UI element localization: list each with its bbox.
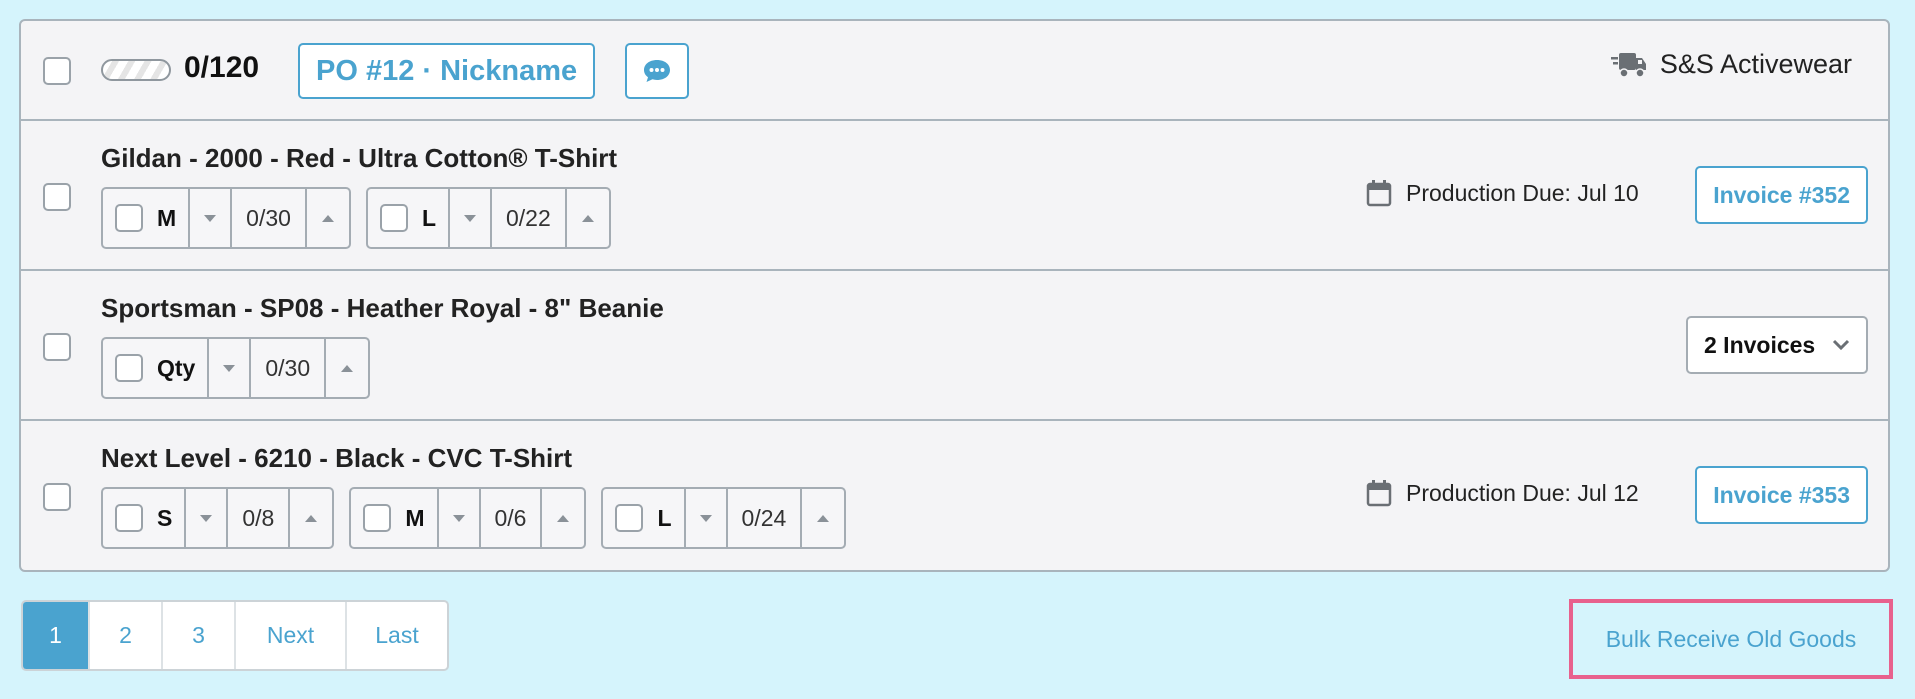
line-item-checkbox[interactable] [43,183,71,211]
caret-up-icon [305,514,318,522]
page-3-button[interactable]: 3 [163,602,236,669]
production-due-text: Production Due: Jul 12 [1406,479,1639,506]
chat-bubble-icon [644,60,670,82]
size-label: M [157,204,177,231]
comment-button[interactable] [625,43,689,99]
size-label: S [157,504,173,531]
page-1-button[interactable]: 1 [23,602,90,669]
pagination: 1 2 3 Next Last [21,600,449,671]
bulk-receive-old-goods-button[interactable]: Bulk Receive Old Goods [1569,599,1893,679]
product-title: Next Level - 6210 - Black - CVC T-Shirt [101,443,573,473]
page-2-button[interactable]: 2 [90,602,163,669]
size-group-list: M 0/30 L 0/22 [101,187,611,249]
receive-progress-bar [101,59,171,81]
increment-button[interactable] [290,489,332,547]
decrement-button[interactable] [439,489,481,547]
decrement-button[interactable] [450,189,492,247]
increment-button[interactable] [567,189,609,247]
size-quantity-stepper: M 0/30 [101,187,351,249]
size-checkbox[interactable] [615,504,644,532]
calendar-icon [1366,480,1392,507]
size-quantity-value: 0/8 [228,489,291,547]
caret-up-icon [341,364,354,372]
size-quantity-value: 0/22 [492,189,567,247]
production-due: Production Due: Jul 10 [1366,179,1639,207]
invoices-dropdown-label: 2 Invoices [1704,331,1816,358]
size-group-list: Qty 0/30 [101,337,371,399]
increment-button[interactable] [542,489,584,547]
size-checkbox[interactable] [379,204,408,232]
increment-button[interactable] [326,339,368,397]
vendor-name: S&S Activewear [1659,49,1852,79]
increment-button[interactable] [802,489,844,547]
invoices-dropdown[interactable]: 2 Invoices [1686,316,1868,374]
size-quantity-value: 0/30 [251,339,327,397]
size-quantity-stepper: Qty 0/30 [101,337,371,399]
line-item-row: Gildan - 2000 - Red - Ultra Cotton® T-Sh… [21,121,1888,271]
size-quantity-stepper: M 0/6 [349,487,587,549]
size-quantity-stepper: L 0/24 [601,487,847,549]
caret-down-icon [200,514,213,522]
size-label-cell: Qty [103,339,210,397]
line-item-checkbox[interactable] [43,483,71,511]
po-nickname-button[interactable]: PO #12 · Nickname [298,43,596,99]
caret-down-icon [223,364,236,372]
decrement-button[interactable] [186,489,229,547]
size-label-cell: L [603,489,686,547]
size-quantity-value: 0/30 [232,189,307,247]
line-item-checkbox[interactable] [43,333,71,361]
caret-up-icon [321,214,334,222]
product-title: Gildan - 2000 - Red - Ultra Cotton® T-Sh… [101,143,618,173]
size-checkbox[interactable] [115,354,143,382]
product-title: Sportsman - SP08 - Heather Royal - 8" Be… [101,293,664,323]
size-label: L [657,504,672,531]
size-label-cell: M [103,189,191,247]
purchase-order-panel: 0/120 PO #12 · Nickname S&S Activewear G… [19,19,1890,572]
shipping-truck-icon [1610,52,1646,78]
size-quantity-value: 0/24 [728,489,803,547]
vendor-info: S&S Activewear [1610,49,1852,80]
last-page-button[interactable]: Last [347,602,447,669]
size-quantity-value: 0/6 [481,489,543,547]
caret-down-icon [464,214,476,222]
line-item-row: Next Level - 6210 - Black - CVC T-Shirt … [21,421,1888,570]
po-header-row: 0/120 PO #12 · Nickname S&S Activewear [21,21,1888,121]
caret-up-icon [557,514,570,522]
size-quantity-stepper: L 0/22 [365,187,611,249]
invoice-button[interactable]: Invoice #353 [1695,466,1868,524]
size-quantity-stepper: S 0/8 [101,487,335,549]
size-label: M [405,504,425,531]
line-item-row: Sportsman - SP08 - Heather Royal - 8" Be… [21,271,1888,421]
decrement-button[interactable] [686,489,728,547]
size-group-list: S 0/8 M 0/6 L 0/24 [101,487,847,549]
production-due-text: Production Due: Jul 10 [1406,179,1639,206]
caret-down-icon [204,214,217,222]
size-label: Qty [157,354,196,381]
decrement-button[interactable] [209,339,252,397]
caret-up-icon [817,514,830,522]
increment-button[interactable] [307,189,349,247]
size-checkbox[interactable] [363,504,392,532]
size-checkbox[interactable] [115,504,143,532]
production-due: Production Due: Jul 12 [1366,479,1639,507]
invoice-button[interactable]: Invoice #352 [1695,166,1868,224]
size-checkbox[interactable] [115,204,143,232]
calendar-icon [1366,180,1392,207]
next-page-button[interactable]: Next [236,602,347,669]
caret-down-icon [699,514,712,522]
size-label-cell: L [368,189,450,247]
caret-up-icon [581,214,594,222]
caret-down-icon [452,514,465,522]
size-label-cell: M [351,489,439,547]
size-label-cell: S [103,489,187,547]
chevron-down-icon [1832,339,1850,351]
received-count: 0/120 [184,51,260,84]
size-label: L [421,204,436,231]
select-all-checkbox[interactable] [43,57,71,85]
decrement-button[interactable] [190,189,233,247]
